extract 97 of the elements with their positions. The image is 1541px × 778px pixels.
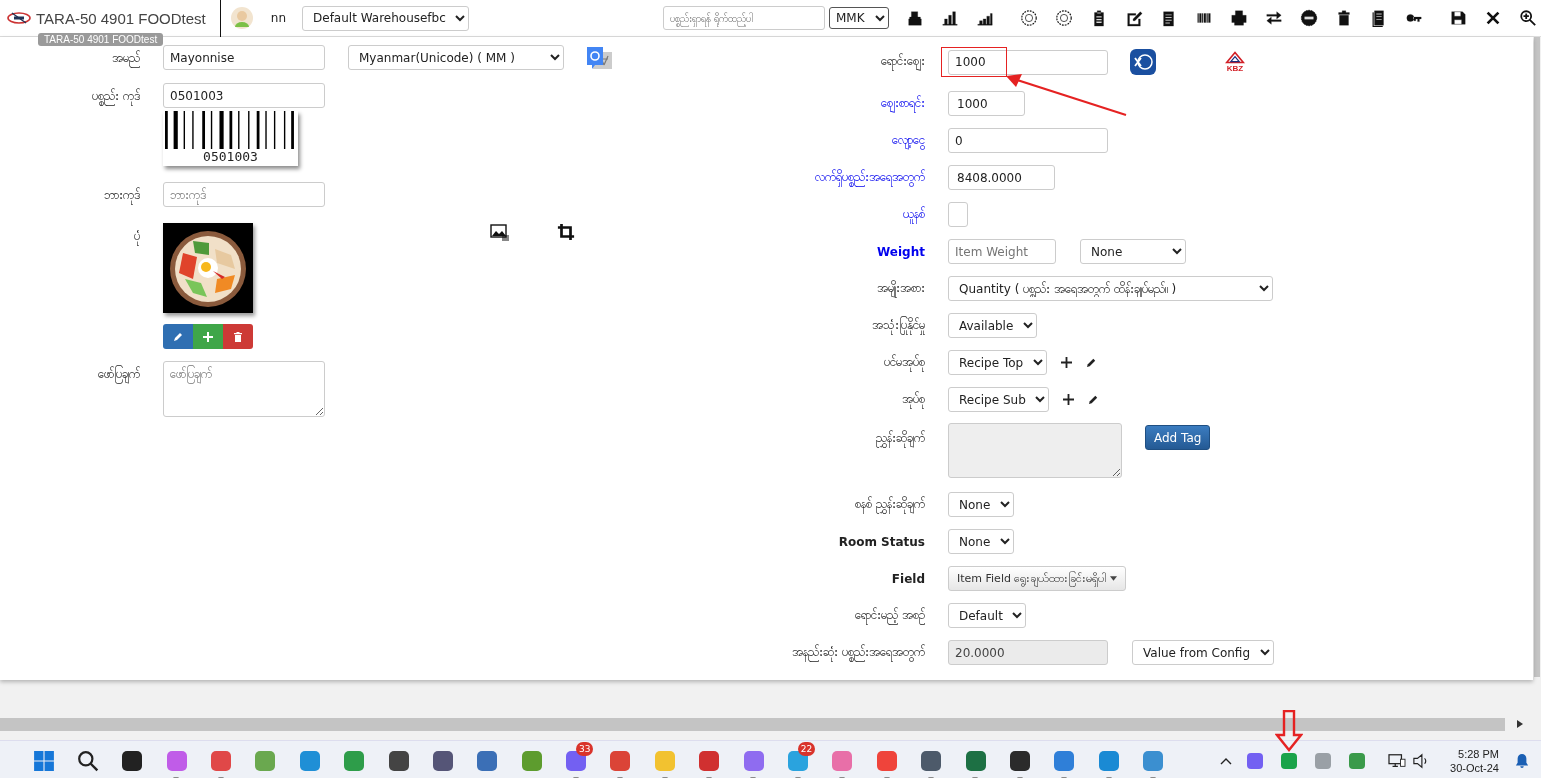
edit-icon[interactable] <box>1125 9 1143 27</box>
add-tag-button[interactable]: Add Tag <box>1145 425 1211 450</box>
trash-icon[interactable] <box>1335 9 1353 27</box>
warehouse-select[interactable]: Default Warehousefbc <box>302 5 469 31</box>
tray-icon[interactable] <box>1348 751 1367 770</box>
avatar-icon <box>230 7 253 29</box>
field-label: ဖော်ပြချက် <box>0 361 140 384</box>
field-label: လျော့ငွေ <box>760 131 925 150</box>
app-icon[interactable] <box>1009 749 1031 772</box>
name-field[interactable]: Mayonnise <box>163 45 325 70</box>
tray-icon[interactable] <box>1246 751 1265 770</box>
app-title: TARA-50 4901 FOODtest <box>36 9 206 27</box>
option-select[interactable]: None <box>948 529 1014 554</box>
field-dropdown[interactable]: Item Field ရွေးချယ်ထားခြင်းမရှိပါ <box>948 566 1127 591</box>
field-label: အသုံးပြုနိုင်မှု <box>760 316 925 335</box>
clock-date[interactable]: 30-Oct-24 <box>1450 760 1499 775</box>
user-name: nn <box>270 11 286 25</box>
barcode-field[interactable]: ဘားကုဒ် <box>163 182 325 207</box>
search-field[interactable]: ပစ္စည်းရှာရန် ရိုက်ထည့်ပါ <box>663 6 825 30</box>
price-field[interactable]: 1000 <box>948 49 1108 75</box>
app-icon[interactable] <box>121 749 144 772</box>
start-icon[interactable] <box>33 749 55 772</box>
unit-select[interactable]: None <box>1080 239 1186 264</box>
field-label: အုပ်စု <box>760 390 925 409</box>
field-label: ပစ္စည်း ကုဒ် <box>0 83 140 106</box>
caret-icon <box>1110 576 1118 581</box>
field-label: ယူနစ် <box>760 205 925 224</box>
field-label: ညွှန်းဆိုချက် <box>760 423 925 448</box>
language-select[interactable]: Myanmar(Unicode) ( MM ) <box>348 45 564 70</box>
search-icon[interactable] <box>77 749 99 772</box>
description-field[interactable]: ဖော်ပြချက် <box>163 361 325 417</box>
field-label: Weight <box>876 244 925 259</box>
field-label: အနည်းဆုံး ပစ္စည်းအရေအတွက် <box>760 643 925 662</box>
field-label: ရောင်းမည့် အစဉ် <box>760 606 925 625</box>
field-label: အမျိုးအစား <box>760 279 925 298</box>
field-label: ပင်မအုပ်စု <box>760 353 925 372</box>
swap-arrows-icon[interactable] <box>1265 9 1283 27</box>
notification-bell-icon[interactable] <box>1515 752 1529 769</box>
trash-icon <box>232 330 244 343</box>
currency-converter-icon[interactable] <box>1130 49 1156 75</box>
config-select[interactable]: Value from Config <box>1132 640 1274 665</box>
field-label: Room Status <box>837 534 925 549</box>
image-icon[interactable] <box>490 223 510 241</box>
add-icon[interactable] <box>1061 357 1072 368</box>
network-icon[interactable] <box>1388 752 1407 769</box>
tray-icon[interactable] <box>1280 751 1299 770</box>
tags-field[interactable] <box>948 423 1122 478</box>
delete-button[interactable] <box>223 324 253 349</box>
edit-icon[interactable] <box>1088 394 1099 405</box>
field-label: ပုံ <box>0 223 140 246</box>
translate-icon[interactable] <box>587 45 613 71</box>
field-label: စနစ် ညွှန်းဆိုချက် <box>760 495 925 514</box>
group-select[interactable]: Recipe Top <box>948 350 1047 375</box>
crop-icon[interactable] <box>557 223 575 241</box>
seal-icon[interactable] <box>1020 9 1038 27</box>
barcode: 0501003 <box>163 111 298 166</box>
notification-count: 33 <box>575 741 594 756</box>
field-label: ဈေးစာရင်း <box>760 94 925 113</box>
option-select[interactable]: Available <box>948 313 1037 338</box>
edit-icon[interactable] <box>1086 357 1097 368</box>
pencil-icon <box>172 330 184 343</box>
discount-field[interactable]: 0 <box>948 128 1108 153</box>
number-field[interactable]: 1000 <box>948 91 1025 116</box>
seal-icon[interactable] <box>1055 9 1073 27</box>
option-select[interactable]: None <box>948 492 1014 517</box>
app-icon[interactable] <box>387 749 410 772</box>
printer-icon[interactable] <box>1230 9 1248 27</box>
group-select[interactable]: Recipe Sub <box>948 387 1049 412</box>
unit-checkbox[interactable] <box>948 202 968 227</box>
field-label: ဘားကုဒ် <box>0 182 140 205</box>
field-label: လက်ရှိပစ္စည်းအရေအတွက် <box>760 168 925 187</box>
field-label: အမည် <box>0 45 140 68</box>
number-field[interactable]: 8408.0000 <box>948 165 1055 190</box>
chevron-up-icon[interactable] <box>1220 756 1233 765</box>
bar-chart-icon[interactable] <box>941 9 959 27</box>
close-icon[interactable] <box>1484 9 1502 27</box>
add-button[interactable] <box>193 324 223 349</box>
company-logo-icon <box>6 9 32 27</box>
badge-icon[interactable] <box>1300 9 1318 27</box>
zoom-icon[interactable] <box>1519 9 1537 27</box>
tooltip: TARA-50 4901 FOODtest <box>38 33 164 46</box>
cash-register-icon[interactable] <box>906 9 924 27</box>
field-label: ရောင်းဈေး <box>760 53 925 71</box>
save-icon[interactable] <box>1449 9 1467 27</box>
edit-button[interactable] <box>163 324 193 349</box>
field-label: Field <box>890 571 925 586</box>
option-select[interactable]: Default <box>948 603 1026 628</box>
clock-time[interactable]: 5:28 PM <box>1458 746 1499 761</box>
currency-select[interactable]: MMK <box>829 7 889 29</box>
item-code-field[interactable]: 0501003 <box>163 83 325 108</box>
scroll-right-icon[interactable] <box>1517 720 1523 728</box>
app-icon[interactable] <box>431 749 454 772</box>
add-icon[interactable] <box>1063 394 1074 405</box>
plus-icon <box>202 330 214 343</box>
app-icon[interactable] <box>920 749 943 772</box>
notification-count: 22 <box>797 741 816 756</box>
weight-field[interactable]: Item Weight <box>948 239 1056 264</box>
